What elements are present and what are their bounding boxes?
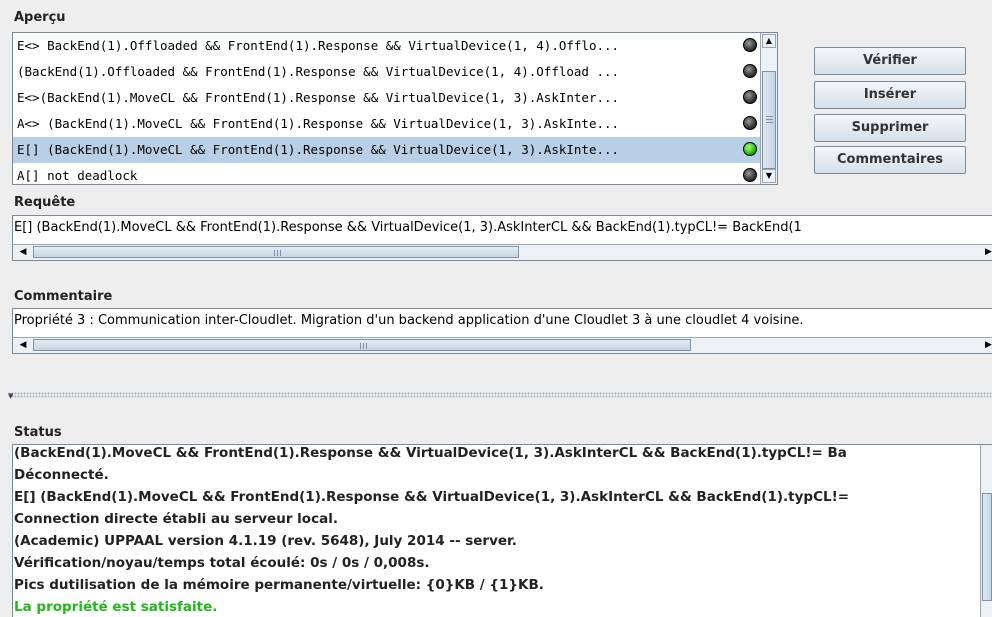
status-line: Déconnecté. [14, 467, 109, 483]
overview-row[interactable]: E<> BackEnd(1).Offloaded && FrontEnd(1).… [13, 33, 771, 59]
overview-row-text: (BackEnd(1).Offloaded && FrontEnd(1).Res… [17, 64, 620, 79]
comment-text[interactable]: Propriété 3 : Communication inter-Cloudl… [14, 313, 804, 328]
scroll-left-icon[interactable]: ◀ [15, 338, 31, 352]
query-text[interactable]: E[] (BackEnd(1).MoveCL && FrontEnd(1).Re… [14, 220, 802, 235]
insert-button[interactable]: Insérer [814, 81, 966, 109]
comment-scroll-thumb[interactable] [33, 339, 691, 351]
gray-circle-icon [743, 116, 757, 130]
split-pane-divider[interactable] [8, 392, 992, 398]
comments-button[interactable]: Commentaires [814, 146, 966, 174]
comment-field[interactable]: Propriété 3 : Communication inter-Cloudl… [12, 308, 992, 354]
query-scroll-thumb[interactable] [33, 246, 519, 258]
verify-button[interactable]: Vérifier [814, 47, 966, 75]
status-log[interactable]: (BackEnd(1).MoveCL && FrontEnd(1).Respon… [12, 444, 992, 617]
gray-circle-icon [743, 38, 757, 52]
overview-row-text: A[] not deadlock [17, 168, 138, 183]
overview-row-selected[interactable]: E[] (BackEnd(1).MoveCL && FrontEnd(1).Re… [13, 137, 771, 163]
overview-row-text: E<> BackEnd(1).Offloaded && FrontEnd(1).… [17, 38, 620, 53]
overview-list[interactable]: E<> BackEnd(1).Offloaded && FrontEnd(1).… [12, 32, 778, 185]
status-scroll-thumb[interactable] [982, 493, 992, 601]
overview-scrollbar[interactable]: ▲ ▼ [760, 33, 777, 184]
overview-row[interactable]: E<>(BackEnd(1).MoveCL && FrontEnd(1).Res… [13, 85, 771, 111]
status-line: (Academic) UPPAAL version 4.1.19 (rev. 5… [14, 533, 517, 549]
overview-row[interactable]: (BackEnd(1).Offloaded && FrontEnd(1).Res… [13, 59, 771, 85]
status-title: Status [14, 425, 62, 440]
green-circle-icon [743, 142, 757, 156]
collapse-arrow-icon[interactable]: ▼ [8, 392, 13, 400]
comment-scrollbar[interactable]: ◀ ▶ [13, 337, 992, 353]
status-line: (BackEnd(1).MoveCL && FrontEnd(1).Respon… [14, 445, 847, 461]
gray-circle-icon [743, 90, 757, 104]
scroll-left-icon[interactable]: ◀ [15, 245, 31, 259]
overview-title: Aperçu [14, 10, 66, 25]
query-scrollbar[interactable]: ◀ ▶ [13, 244, 992, 260]
overview-row-text: E[] (BackEnd(1).MoveCL && FrontEnd(1).Re… [17, 142, 620, 157]
gray-circle-icon [743, 64, 757, 78]
status-line-success: La propriété est satisfaite. [14, 599, 218, 615]
scroll-right-icon[interactable]: ▶ [985, 338, 992, 352]
query-field[interactable]: E[] (BackEnd(1).MoveCL && FrontEnd(1).Re… [12, 215, 992, 261]
overview-row-text: A<> (BackEnd(1).MoveCL && FrontEnd(1).Re… [17, 116, 620, 131]
status-line: Connection directe établi au serveur loc… [14, 511, 338, 527]
status-line: Pics dutilisation de la mémoire permanen… [14, 577, 544, 593]
overview-row[interactable]: A[] not deadlock [13, 163, 771, 184]
comment-title: Commentaire [14, 289, 113, 304]
scroll-right-icon[interactable]: ▶ [985, 245, 992, 259]
overview-scroll-thumb[interactable] [762, 71, 776, 169]
status-scrollbar[interactable] [980, 445, 992, 617]
overview-row[interactable]: A<> (BackEnd(1).MoveCL && FrontEnd(1).Re… [13, 111, 771, 137]
overview-row-text: E<>(BackEnd(1).MoveCL && FrontEnd(1).Res… [17, 90, 620, 105]
query-title: Requête [14, 195, 76, 210]
gray-circle-icon [743, 168, 757, 182]
scroll-down-icon[interactable]: ▼ [762, 169, 776, 183]
delete-button[interactable]: Supprimer [814, 114, 966, 142]
status-line: Vérification/noyau/temps total écoulé: 0… [14, 555, 430, 571]
scroll-up-icon[interactable]: ▲ [762, 34, 776, 48]
status-line: E[] (BackEnd(1).MoveCL && FrontEnd(1).Re… [14, 489, 850, 505]
